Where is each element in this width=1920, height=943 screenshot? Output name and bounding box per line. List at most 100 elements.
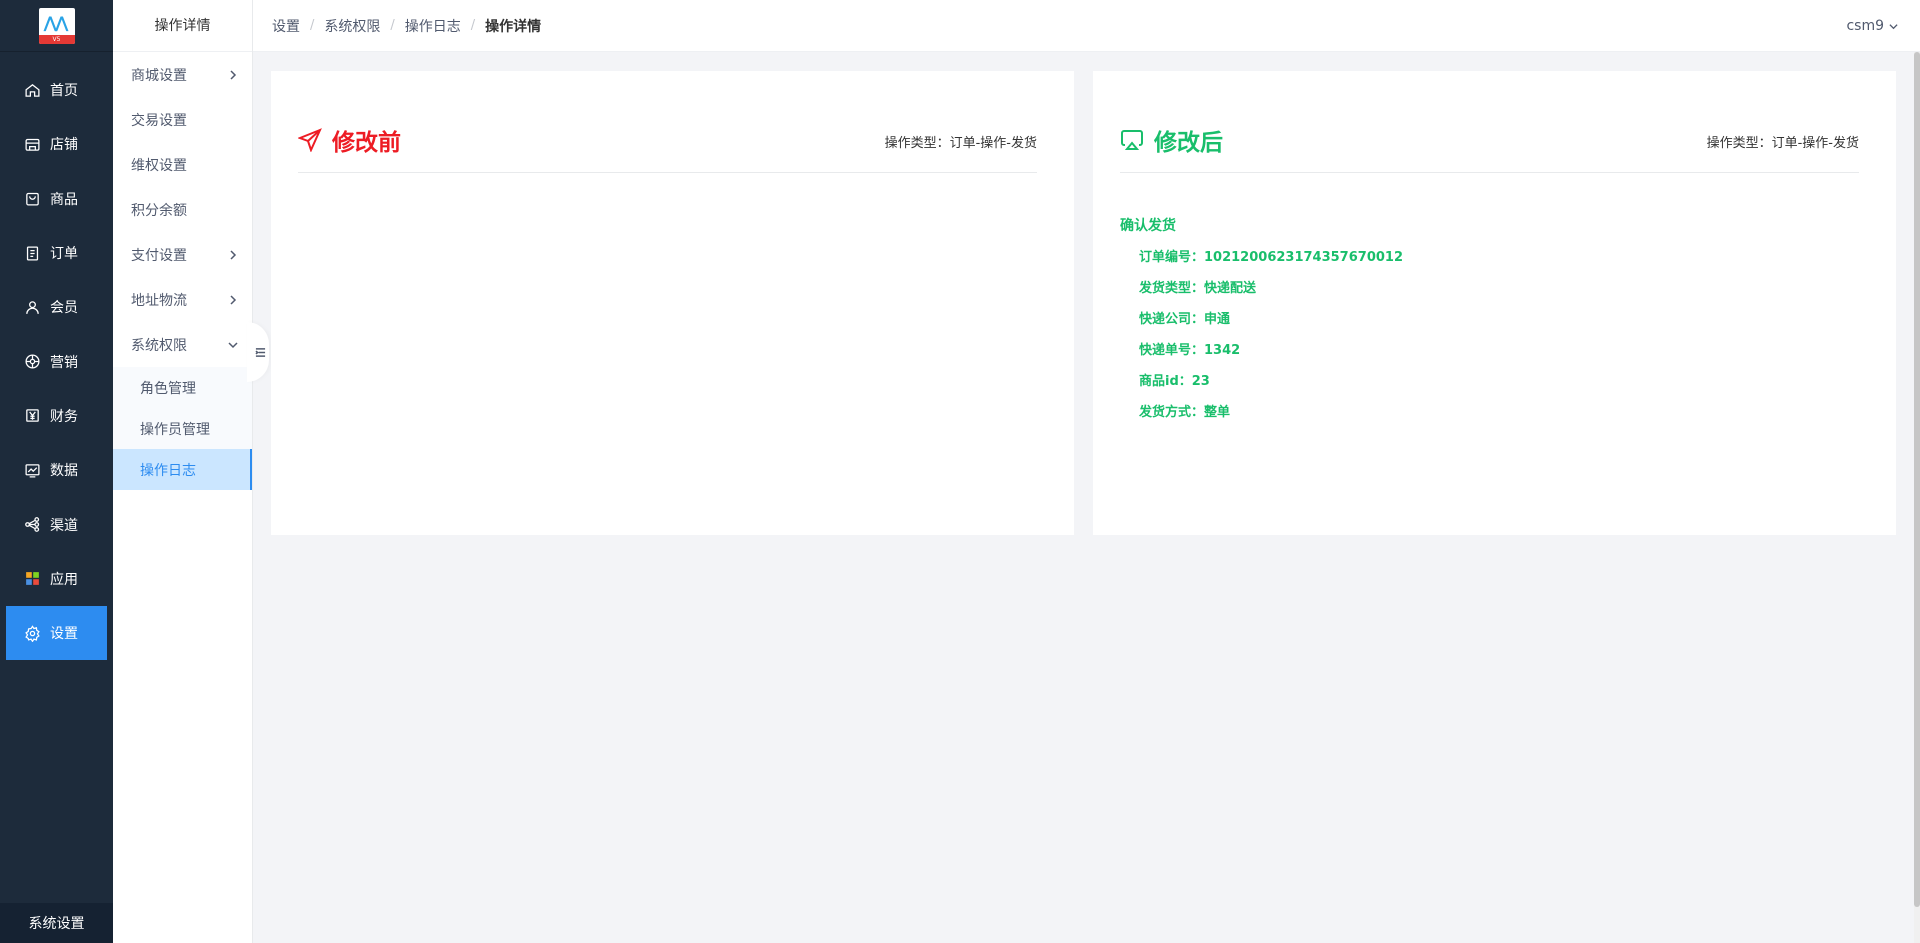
submenu-item-system-permissions[interactable]: 系统权限 bbox=[113, 322, 252, 367]
nav-list: 首页 店铺 商品 订单 会员 营销 财务 数据 渠道 应用 设置 bbox=[0, 63, 113, 661]
order-icon bbox=[26, 246, 39, 261]
before-op-type: 操作类型：订单-操作-发货 bbox=[884, 136, 1037, 151]
before-card: 修改前 操作类型：订单-操作-发货 bbox=[271, 71, 1074, 535]
detail-row-tracking-number: 快递单号：1342 bbox=[1139, 343, 1241, 358]
user-menu[interactable]: csm9 bbox=[1846, 0, 1898, 52]
bag-icon bbox=[26, 193, 39, 206]
logo-area: ⋀⋀ V5 bbox=[0, 0, 113, 52]
detail-row-delivery-method: 发货方式：整单 bbox=[1139, 405, 1231, 420]
logo-peaks-icon: ⋀⋀ bbox=[43, 12, 69, 32]
submenu-item-label: 支付设置 bbox=[131, 247, 187, 264]
after-card-header: 修改后 操作类型：订单-操作-发货 bbox=[1120, 123, 1859, 173]
nav-item-label: 会员 bbox=[50, 300, 78, 317]
nav-item-finance[interactable]: 财务 bbox=[0, 389, 113, 443]
after-title: 修改后 bbox=[1120, 123, 1223, 157]
apps-icon bbox=[26, 572, 39, 586]
before-title: 修改前 bbox=[298, 123, 401, 157]
page-scrollbar[interactable] bbox=[1914, 52, 1920, 943]
breadcrumb-current: 操作详情 bbox=[485, 18, 542, 35]
share-icon bbox=[25, 517, 40, 532]
user-icon bbox=[26, 301, 39, 314]
submenu-title: 操作详情 bbox=[113, 0, 252, 52]
nav-item-home[interactable]: 首页 bbox=[0, 63, 113, 117]
nav-item-marketing[interactable]: 营销 bbox=[0, 334, 113, 388]
nav-item-label: 数据 bbox=[50, 463, 78, 480]
nav-item-settings[interactable]: 设置 bbox=[6, 605, 107, 661]
before-card-header: 修改前 操作类型：订单-操作-发货 bbox=[298, 123, 1037, 173]
submenu-item-label: 地址物流 bbox=[131, 292, 187, 309]
nav-item-label: 设置 bbox=[50, 626, 78, 643]
nav-item-label: 应用 bbox=[50, 571, 78, 588]
nav-item-data[interactable]: 数据 bbox=[0, 443, 113, 497]
scrollbar-thumb[interactable] bbox=[1914, 52, 1920, 907]
after-card: 修改后 操作类型：订单-操作-发货 确认发货 订单编号：102120062317… bbox=[1093, 71, 1896, 535]
chevron-down-icon bbox=[1889, 23, 1898, 29]
submenu-item-rights-settings[interactable]: 维权设置 bbox=[113, 142, 252, 187]
submenu-item-label: 积分余额 bbox=[131, 202, 187, 219]
nav-item-goods[interactable]: 商品 bbox=[0, 172, 113, 226]
detail-row-goods-id: 商品id：23 bbox=[1139, 374, 1210, 389]
breadcrumb-separator: / bbox=[390, 18, 395, 33]
nav-item-channel[interactable]: 渠道 bbox=[0, 497, 113, 551]
breadcrumb-item[interactable]: 操作日志 bbox=[405, 16, 461, 36]
collapse-menu-icon bbox=[254, 347, 265, 357]
gear-icon bbox=[25, 624, 40, 642]
chevron-down-icon bbox=[228, 341, 238, 348]
collapse-menu-button[interactable] bbox=[247, 322, 269, 382]
nav-item-member[interactable]: 会员 bbox=[0, 280, 113, 334]
chevron-right-icon bbox=[230, 69, 237, 80]
system-settings-footer[interactable]: 系统设置 bbox=[0, 903, 113, 943]
submenu-item-label: 维权设置 bbox=[131, 157, 187, 174]
chevron-right-icon bbox=[230, 249, 237, 260]
send-icon bbox=[298, 128, 322, 152]
username: csm9 bbox=[1846, 18, 1884, 34]
section-title: 确认发货 bbox=[1120, 218, 1176, 234]
submenu-item-label: 商城设置 bbox=[131, 67, 187, 84]
submenu-item-mall-settings[interactable]: 商城设置 bbox=[113, 52, 252, 97]
breadcrumb-item[interactable]: 系统权限 bbox=[324, 16, 380, 36]
submenu-child-role-management[interactable]: 角色管理 bbox=[113, 367, 252, 408]
nav-item-label: 营销 bbox=[50, 354, 78, 371]
detail-row-order-number: 订单编号：1021200623174357670012 bbox=[1139, 250, 1403, 265]
before-title-text: 修改前 bbox=[332, 130, 401, 156]
nav-item-label: 订单 bbox=[50, 246, 78, 263]
after-title-text: 修改后 bbox=[1154, 130, 1223, 156]
after-card-body: 确认发货 订单编号：1021200623174357670012 发货类型：快递… bbox=[1120, 215, 1403, 435]
nav-item-store[interactable]: 店铺 bbox=[0, 117, 113, 171]
yen-icon bbox=[26, 409, 39, 423]
chevron-right-icon bbox=[230, 294, 237, 305]
nav-item-label: 渠道 bbox=[50, 517, 78, 534]
top-header: 设置 / 系统权限 / 操作日志 / 操作详情 csm9 bbox=[253, 0, 1920, 52]
home-icon bbox=[25, 83, 40, 97]
submenu-child-operation-log[interactable]: 操作日志 bbox=[113, 449, 252, 490]
submenu-item-label: 交易设置 bbox=[131, 112, 187, 129]
breadcrumb-item[interactable]: 设置 bbox=[272, 16, 300, 36]
airplay-icon bbox=[1121, 130, 1143, 150]
brand-logo[interactable]: ⋀⋀ V5 bbox=[38, 7, 75, 44]
submenu-item-points-balance[interactable]: 积分余额 bbox=[113, 187, 252, 232]
submenu: 操作详情 商城设置 交易设置 维权设置 积分余额 支付设置 地址物流 系统权限 … bbox=[113, 0, 253, 943]
submenu-children: 角色管理 操作员管理 操作日志 bbox=[113, 367, 252, 490]
nav-item-order[interactable]: 订单 bbox=[0, 226, 113, 280]
detail-row-delivery-type: 发货类型：快递配送 bbox=[1139, 281, 1257, 296]
nav-item-apps[interactable]: 应用 bbox=[0, 552, 113, 606]
marketing-icon bbox=[25, 354, 40, 369]
nav-item-label: 店铺 bbox=[50, 137, 78, 154]
nav-item-label: 财务 bbox=[50, 408, 78, 425]
submenu-item-label: 系统权限 bbox=[131, 337, 187, 354]
submenu-child-operator-management[interactable]: 操作员管理 bbox=[113, 408, 252, 449]
submenu-item-address-logistics[interactable]: 地址物流 bbox=[113, 277, 252, 322]
nav-item-label: 首页 bbox=[50, 83, 78, 100]
nav-item-label: 商品 bbox=[50, 191, 78, 208]
store-icon bbox=[25, 138, 40, 151]
submenu-item-trade-settings[interactable]: 交易设置 bbox=[113, 97, 252, 142]
chart-icon bbox=[25, 463, 40, 478]
breadcrumb-separator: / bbox=[310, 18, 315, 33]
main-nav: ⋀⋀ V5 首页 店铺 商品 订单 会员 营销 财务 数据 渠道 应用 设置 系… bbox=[0, 0, 113, 943]
submenu-item-payment-settings[interactable]: 支付设置 bbox=[113, 232, 252, 277]
breadcrumb: 设置 / 系统权限 / 操作日志 / 操作详情 bbox=[272, 16, 541, 36]
after-op-type: 操作类型：订单-操作-发货 bbox=[1706, 136, 1859, 151]
logo-version: V5 bbox=[38, 34, 75, 44]
detail-row-express-company: 快递公司：申通 bbox=[1139, 312, 1231, 327]
breadcrumb-separator: / bbox=[470, 18, 476, 33]
